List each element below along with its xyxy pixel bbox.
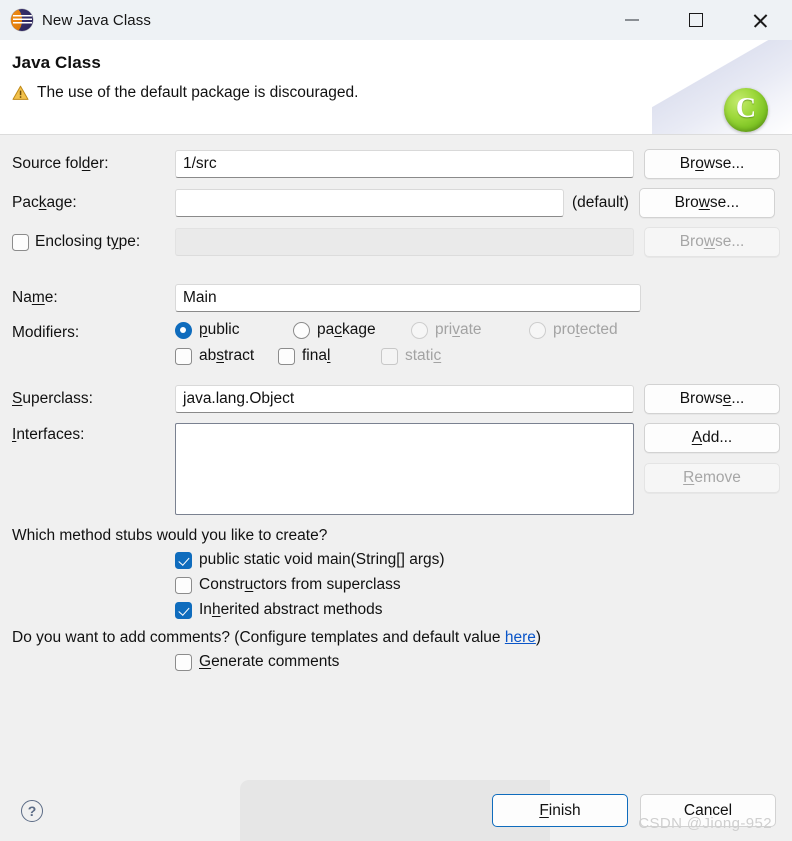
finish-button[interactable]: Finish: [492, 794, 628, 827]
checkbox-inherited-abstract-label: Inherited abstract methods: [199, 601, 383, 618]
interfaces-row: Interfaces: Add... Remove: [12, 423, 780, 515]
method-stubs-question: Which method stubs would you like to cre…: [12, 527, 328, 544]
enclosing-type-input: [175, 228, 634, 256]
source-folder-label: Source folder:: [12, 155, 109, 172]
superclass-row: Superclass: java.lang.Object Brows e...: [12, 384, 780, 414]
enclosing-type-browse-button: Bro w se...: [644, 227, 780, 257]
modifier-checkbox-final[interactable]: final: [278, 347, 381, 365]
header-decoration: [652, 40, 792, 134]
package-browse-button[interactable]: Bro w se...: [638, 188, 775, 218]
dialog-header: C Java Class The use of the default pack…: [0, 40, 792, 135]
checkbox-constructors-label: Constructors from superclass: [199, 576, 401, 593]
modifiers-checkbox-row: abstract final static: [175, 347, 618, 365]
dialog-footer: ? Finish Cancel CSDN @Jiong-952: [0, 780, 792, 841]
interfaces-list[interactable]: [175, 423, 634, 515]
checkbox-static-label: static: [405, 347, 442, 364]
modifier-radio-protected: protected: [529, 321, 618, 339]
source-folder-row: Source folder: 1/src Br o wse...: [12, 149, 780, 179]
java-class-icon-letter: C: [735, 93, 757, 124]
source-folder-browse-button[interactable]: Br o wse...: [644, 149, 780, 179]
modifiers-group: public package private protected abstrac…: [175, 321, 618, 365]
package-input[interactable]: [175, 189, 564, 217]
enclosing-type-checkbox[interactable]: [12, 233, 29, 251]
modifier-checkbox-abstract[interactable]: abstract: [175, 347, 278, 365]
comments-question: Do you want to add comments? (Configure …: [12, 629, 542, 646]
source-folder-input[interactable]: 1/src: [175, 150, 634, 178]
package-row: Package: (default) Bro w se...: [12, 188, 780, 218]
maximize-button[interactable]: [664, 0, 728, 40]
checkbox-final-label: final: [302, 347, 331, 364]
radio-private-label: private: [435, 321, 482, 338]
enclosing-type-label-group: Enclosing type:: [12, 233, 175, 251]
stub-option-inherited-abstract[interactable]: Inherited abstract methods: [175, 601, 780, 619]
enclosing-type-label: Enclosing type:: [35, 233, 141, 250]
close-button[interactable]: [728, 0, 792, 40]
radio-protected-label: protected: [553, 321, 618, 338]
configure-templates-link[interactable]: here: [505, 629, 536, 646]
superclass-label: Superclass:: [12, 390, 93, 407]
minimize-icon: [625, 19, 639, 21]
modifiers-row: Modifiers: public package private protec…: [12, 321, 780, 365]
interfaces-label: Interfaces:: [12, 426, 85, 443]
window-controls: [600, 0, 792, 40]
modifiers-label: Modifiers:: [12, 324, 80, 341]
interfaces-remove-button: Remove: [644, 463, 780, 493]
eclipse-icon: [11, 9, 33, 31]
warning-icon: [12, 85, 29, 101]
window-title: New Java Class: [42, 11, 151, 29]
help-button[interactable]: ?: [21, 799, 43, 822]
name-label: Name:: [12, 289, 58, 306]
interfaces-buttons: Add... Remove: [644, 423, 780, 493]
minimize-button[interactable]: [600, 0, 664, 40]
checkbox-static: [381, 347, 398, 365]
enclosing-type-checkbox-option[interactable]: Enclosing type:: [12, 233, 175, 251]
radio-public[interactable]: [175, 321, 192, 339]
interfaces-add-button[interactable]: Add...: [644, 423, 780, 453]
checkbox-abstract-label: abstract: [199, 347, 255, 364]
checkbox-main-method[interactable]: [175, 551, 192, 569]
modifier-radio-public[interactable]: public: [175, 321, 293, 339]
checkbox-constructors[interactable]: [175, 576, 192, 594]
modifier-checkbox-static: static: [381, 347, 441, 365]
stub-option-constructors[interactable]: Constructors from superclass: [175, 576, 780, 594]
radio-public-label: public: [199, 321, 240, 338]
dialog-body: Source folder: 1/src Br o wse... Package: …: [0, 135, 792, 780]
modifiers-radio-row: public package private protected: [175, 321, 618, 339]
cancel-button[interactable]: Cancel: [640, 794, 776, 827]
enclosing-type-row: Enclosing type: Bro w se...: [12, 227, 780, 257]
checkbox-generate-comments-label: Generate comments: [199, 653, 340, 670]
new-java-class-dialog: New Java Class C Java Class The use of t…: [0, 0, 792, 841]
generate-comments-option[interactable]: Generate comments: [175, 653, 780, 671]
stub-option-main-method[interactable]: public static void main(String[] args): [175, 551, 780, 569]
superclass-browse-button[interactable]: Brows e...: [644, 384, 780, 414]
footer-buttons: Finish Cancel: [492, 794, 776, 827]
package-label: Package:: [12, 194, 77, 211]
package-default-note: (default): [572, 194, 629, 211]
status-message-text: The use of the default package is discou…: [37, 84, 359, 101]
checkbox-final[interactable]: [278, 347, 295, 365]
superclass-input[interactable]: java.lang.Object: [175, 385, 634, 413]
name-row: Name: Main: [12, 284, 780, 312]
modifier-radio-private: private: [411, 321, 529, 339]
maximize-icon: [689, 13, 703, 27]
checkbox-main-method-label: public static void main(String[] args): [199, 551, 445, 568]
checkbox-generate-comments[interactable]: [175, 653, 192, 671]
title-bar: New Java Class: [0, 0, 792, 40]
title-bar-left: New Java Class: [0, 9, 151, 31]
radio-private: [411, 321, 428, 339]
modifier-radio-package[interactable]: package: [293, 321, 411, 339]
radio-protected: [529, 321, 546, 339]
java-class-icon: C: [724, 88, 768, 132]
close-icon: [752, 12, 769, 29]
radio-package[interactable]: [293, 321, 310, 339]
checkbox-inherited-abstract[interactable]: [175, 601, 192, 619]
name-input[interactable]: Main: [175, 284, 641, 312]
radio-package-label: package: [317, 321, 376, 338]
checkbox-abstract[interactable]: [175, 347, 192, 365]
